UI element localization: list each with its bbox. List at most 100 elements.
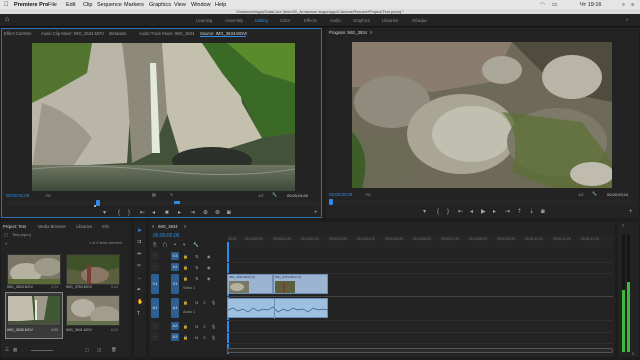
menu-help[interactable]: Help xyxy=(215,2,226,8)
project-thumb-4[interactable] xyxy=(66,295,120,326)
program-go-to-in-button[interactable]: ⇤ xyxy=(458,209,463,215)
project-icon-view-icon[interactable]: ▦ xyxy=(13,347,17,353)
timeline-timecode[interactable]: 00;00;00;00 xyxy=(153,233,179,239)
timeline-horizontal-scrollbar[interactable] xyxy=(227,348,613,353)
timeline-settings-icon[interactable]: 🔧 xyxy=(193,242,199,248)
program-time-ruler[interactable] xyxy=(329,199,636,205)
source-current-timecode[interactable]: 00;00;01;28 xyxy=(6,193,29,198)
project-trash-icon[interactable]: 🗑 xyxy=(111,347,117,353)
timeline-scroll-handle[interactable] xyxy=(227,348,613,353)
track-a1-solo-button[interactable]: S xyxy=(203,300,206,305)
project-item-name-2[interactable]: IMG_3763.MOV xyxy=(66,285,92,290)
track-v2-sync-icon[interactable]: ⇅ xyxy=(195,265,198,270)
workspace-audio[interactable]: Audio xyxy=(330,18,341,23)
track-a3-label[interactable]: A3 xyxy=(171,333,179,341)
track-a2-mic-icon[interactable]: 🎙 xyxy=(211,324,216,329)
track-a2-mute-button[interactable]: M xyxy=(195,324,198,329)
workspace-libraries[interactable]: Libraries xyxy=(382,18,398,23)
program-play-button[interactable]: ▶ xyxy=(481,209,486,215)
workspace-color[interactable]: Color xyxy=(280,18,290,23)
program-extract-button[interactable]: ⇣ xyxy=(529,209,534,215)
menu-sequence[interactable]: Sequence xyxy=(97,2,122,8)
meters-menu-icon[interactable]: ≡ xyxy=(622,224,624,228)
project-thumb-2[interactable] xyxy=(66,254,120,285)
program-fit-select[interactable]: Fit xyxy=(366,192,370,197)
program-add-button[interactable]: + xyxy=(629,209,633,215)
program-add-marker-button[interactable]: ▾ xyxy=(423,209,426,215)
timeline-audio-clip[interactable] xyxy=(227,298,329,319)
ripple-edit-tool-icon[interactable]: ⇹ xyxy=(137,252,141,257)
track-v2-lock-icon[interactable]: 🔒 xyxy=(183,265,188,270)
program-settings-icon[interactable]: 🔧 xyxy=(592,191,597,196)
apple-icon[interactable]:  xyxy=(4,2,9,8)
source-go-to-in-button[interactable]: ⇤ xyxy=(140,210,145,216)
program-resolution-select[interactable]: 1/2 xyxy=(578,192,584,197)
menu-file[interactable]: File xyxy=(48,2,57,8)
tab-timeline-sequence[interactable]: IMG_3634 xyxy=(158,224,178,229)
project-thumb-3[interactable] xyxy=(7,295,61,326)
workspace-reviews[interactable]: Обзоры xyxy=(412,18,427,23)
program-playhead[interactable] xyxy=(329,199,333,205)
program-export-frame-button[interactable]: ◙ xyxy=(541,209,545,215)
project-item-name-4[interactable]: IMG_3641.MOV xyxy=(66,328,92,333)
source-mark-in-button[interactable]: { xyxy=(118,210,120,216)
track-v3-eye-icon[interactable]: ◉ xyxy=(207,254,211,259)
track-a3-target[interactable]: ◦ xyxy=(151,333,159,341)
type-tool-icon[interactable]: T xyxy=(137,312,140,317)
program-mark-in-button[interactable]: { xyxy=(437,209,439,215)
source-in-marker[interactable] xyxy=(174,201,180,204)
source-drag-audio-icon[interactable]: ∿ xyxy=(170,192,173,197)
tab-project[interactable]: Project: Test xyxy=(3,224,26,229)
project-thumb-1[interactable] xyxy=(7,254,61,285)
add-marker-icon[interactable]: ▾ xyxy=(183,242,185,248)
tab-program[interactable]: Program: IMG_3634 xyxy=(329,30,367,35)
source-time-ruler[interactable] xyxy=(6,200,319,206)
menu-markers[interactable]: Markers xyxy=(124,2,144,8)
project-new-item-icon[interactable]: ◫ xyxy=(97,347,101,353)
menu-graphics[interactable]: Graphics xyxy=(149,2,171,8)
workspace-graphics[interactable]: Graphics xyxy=(353,18,370,23)
project-bin-icon[interactable]: ▢ xyxy=(85,347,89,353)
meter-solo-button[interactable]: S xyxy=(632,352,634,357)
menu-window[interactable]: Window xyxy=(191,2,211,8)
tab-effect-controls[interactable]: Effect Controls xyxy=(4,31,31,36)
track-select-tool-icon[interactable]: ⇉ xyxy=(137,240,141,245)
track-a2-solo-button[interactable]: S xyxy=(203,324,206,329)
track-a1-mic-icon[interactable]: 🎙 xyxy=(211,300,216,305)
source-stop-button[interactable]: ■ xyxy=(165,210,169,216)
track-a1-lock-icon[interactable]: 🔒 xyxy=(183,300,188,305)
selection-tool-icon[interactable]: ➤ xyxy=(137,228,142,234)
tab-libraries[interactable]: Libraries xyxy=(76,224,92,229)
menu-edit[interactable]: Edit xyxy=(66,2,75,8)
program-tab-menu-icon[interactable]: ≡ xyxy=(370,30,372,35)
track-v2-target[interactable]: ◦ xyxy=(151,263,159,271)
track-v1-label[interactable]: V1 xyxy=(171,274,179,294)
menu-app[interactable]: Premiere Pro xyxy=(14,2,48,8)
source-mark-out-button[interactable]: } xyxy=(128,210,130,216)
source-export-frame-button[interactable]: ◙ xyxy=(227,210,231,216)
home-icon[interactable]: ⌂ xyxy=(5,16,9,23)
track-a1-label[interactable]: A1 xyxy=(171,298,179,318)
program-step-back-button[interactable]: ◂ xyxy=(470,209,473,215)
track-a1-mute-button[interactable]: M xyxy=(195,300,198,305)
source-add-marker-button[interactable]: ▾ xyxy=(103,210,106,216)
project-search-icon[interactable]: ⌕ xyxy=(5,242,8,247)
source-overwrite-button[interactable]: ⊗ xyxy=(215,210,220,216)
track-a3-lock-icon[interactable]: 🔒 xyxy=(183,335,188,340)
project-item-name-1[interactable]: IMG_3634.MOV xyxy=(7,285,33,290)
tab-metadata[interactable]: Metadata xyxy=(109,31,126,36)
workspace-menu-icon[interactable]: » xyxy=(626,17,628,22)
track-a3-mic-icon[interactable]: 🎙 xyxy=(211,335,216,340)
track-v2-eye-icon[interactable]: ◉ xyxy=(207,265,211,270)
track-a2-lock-icon[interactable]: 🔒 xyxy=(183,324,188,329)
linked-selection-icon[interactable]: ⚭ xyxy=(173,242,177,248)
wifi-icon[interactable]: ◠ xyxy=(540,2,545,8)
program-go-to-out-button[interactable]: ⇥ xyxy=(505,209,510,215)
source-playhead[interactable] xyxy=(96,200,100,206)
clock-text[interactable]: Чт 19:16 xyxy=(580,2,601,8)
tab-menu-icon[interactable]: ≡ xyxy=(245,31,247,36)
track-v1-lock-icon[interactable]: 🔒 xyxy=(183,276,188,281)
hand-tool-icon[interactable]: ✋ xyxy=(137,300,143,305)
track-v1-source[interactable]: V1 xyxy=(151,274,159,294)
workspace-editing[interactable]: Editing xyxy=(255,18,268,23)
